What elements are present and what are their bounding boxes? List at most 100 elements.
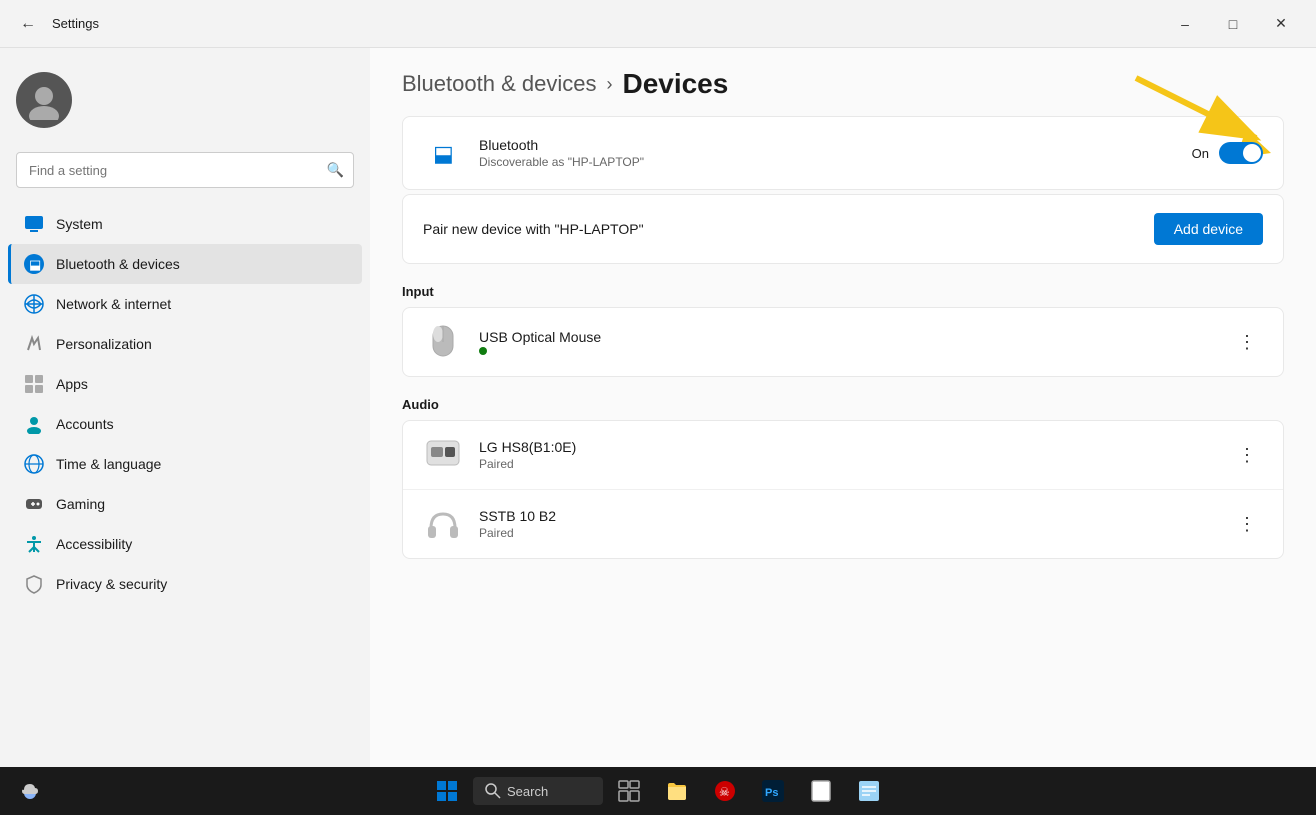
back-button[interactable]: ← [12, 8, 44, 40]
svg-text:⬓: ⬓ [29, 257, 41, 272]
audio-section-title: Audio [402, 397, 1284, 412]
taskbar-left [12, 773, 48, 809]
sidebar-item-label: Apps [56, 376, 88, 392]
sidebar-item-apps[interactable]: Apps [8, 364, 362, 404]
sidebar-item-label: Gaming [56, 496, 105, 512]
content-area: Bluetooth & devices › Devices [370, 48, 1316, 767]
apps-icon [24, 374, 44, 394]
sidebar-item-label: Bluetooth & devices [56, 256, 180, 272]
bluetooth-icon: ⬓ [24, 254, 44, 274]
sidebar-item-label: Personalization [56, 336, 152, 352]
sidebar-item-label: System [56, 216, 103, 232]
pair-text: Pair new device with "HP-LAPTOP" [423, 221, 1154, 237]
sidebar-item-bluetooth[interactable]: ⬓ Bluetooth & devices [8, 244, 362, 284]
device-name: SSTB 10 B2 [479, 508, 1215, 524]
accessibility-icon [24, 534, 44, 554]
window-controls: – □ ✕ [1162, 8, 1304, 40]
monitor-icon [24, 214, 44, 234]
table-row: USB Optical Mouse ⋮ [403, 308, 1283, 376]
sidebar-item-personalization[interactable]: Personalization [8, 324, 362, 364]
headset-icon [423, 435, 463, 475]
main-layout: 🔍 System ⬓ Bluetooth & devices [0, 48, 1316, 767]
gaming-icon [24, 494, 44, 514]
device-status: Paired [479, 457, 1215, 471]
sidebar-item-label: Time & language [56, 456, 161, 472]
shield-icon [24, 574, 44, 594]
search-button[interactable]: Search [473, 777, 603, 805]
more-options-button[interactable]: ⋮ [1231, 508, 1263, 540]
weather-icon[interactable] [12, 773, 48, 809]
device-name: LG HS8(B1:0E) [479, 439, 1215, 455]
network-icon [24, 294, 44, 314]
breadcrumb-parent[interactable]: Bluetooth & devices [402, 71, 596, 97]
minimize-button[interactable]: – [1162, 8, 1208, 40]
user-avatar-section [0, 64, 370, 152]
sidebar-item-network[interactable]: Network & internet [8, 284, 362, 324]
pair-device-row: Pair new device with "HP-LAPTOP" Add dev… [402, 194, 1284, 264]
sidebar-item-system[interactable]: System [8, 204, 362, 244]
content-body: ⬓ Bluetooth Discoverable as "HP-LAPTOP" … [370, 116, 1316, 595]
paint-icon [24, 334, 44, 354]
photoshop-button[interactable]: Ps [751, 769, 795, 813]
taskbar-search-label: Search [507, 784, 548, 799]
status-dot [479, 347, 487, 355]
app-title: Settings [52, 16, 99, 31]
sidebar-item-privacy[interactable]: Privacy & security [8, 564, 362, 604]
headphones-icon [423, 504, 463, 544]
taskbar: Search ☠ [0, 767, 1316, 815]
search-icon: 🔍 [327, 162, 344, 179]
accounts-icon [24, 414, 44, 434]
bluetooth-toggle[interactable] [1219, 142, 1263, 164]
search-input[interactable] [16, 152, 354, 188]
add-device-button[interactable]: Add device [1154, 213, 1263, 245]
input-devices-card: USB Optical Mouse ⋮ [402, 307, 1284, 377]
sticky-notes-button[interactable] [847, 769, 891, 813]
file-explorer-button[interactable] [655, 769, 699, 813]
game-overlay-button[interactable]: ☠ [703, 769, 747, 813]
svg-text:⬓: ⬓ [433, 141, 454, 166]
bluetooth-info: Bluetooth Discoverable as "HP-LAPTOP" [479, 137, 1176, 169]
table-row: SSTB 10 B2 Paired ⋮ [403, 490, 1283, 558]
sidebar-item-gaming[interactable]: Gaming [8, 484, 362, 524]
sidebar-item-label: Privacy & security [56, 576, 167, 592]
sidebar-item-label: Network & internet [56, 296, 171, 312]
arrow-annotation [1116, 58, 1296, 173]
table-row: LG HS8(B1:0E) Paired ⋮ [403, 421, 1283, 490]
taskbar-center: Search ☠ [425, 769, 891, 813]
device-info: SSTB 10 B2 Paired [479, 508, 1215, 540]
device-status: Paired [479, 526, 1215, 540]
avatar[interactable] [16, 72, 72, 128]
sidebar-item-time[interactable]: Time & language [8, 444, 362, 484]
input-section-title: Input [402, 284, 1284, 299]
more-options-button[interactable]: ⋮ [1231, 439, 1263, 471]
blank-page-button[interactable] [799, 769, 843, 813]
audio-devices-card: LG HS8(B1:0E) Paired ⋮ [402, 420, 1284, 559]
sidebar-item-accessibility[interactable]: Accessibility [8, 524, 362, 564]
sidebar-item-label: Accessibility [56, 536, 132, 552]
page-header: Bluetooth & devices › Devices [370, 48, 1316, 116]
close-button[interactable]: ✕ [1258, 8, 1304, 40]
start-button[interactable] [425, 769, 469, 813]
device-name: USB Optical Mouse [479, 329, 1215, 345]
svg-text:Ps: Ps [765, 787, 778, 799]
bluetooth-title: Bluetooth [479, 137, 1176, 153]
device-info: LG HS8(B1:0E) Paired [479, 439, 1215, 471]
sidebar: 🔍 System ⬓ Bluetooth & devices [0, 48, 370, 767]
search-box[interactable]: 🔍 [16, 152, 354, 188]
page-title: Devices [622, 68, 728, 100]
sidebar-item-label: Accounts [56, 416, 114, 432]
more-options-button[interactable]: ⋮ [1231, 326, 1263, 358]
device-status-text: Paired [479, 457, 514, 471]
svg-text:☠: ☠ [719, 785, 730, 799]
device-status [479, 347, 1215, 355]
titlebar: ← Settings – □ ✕ [0, 0, 1316, 48]
bluetooth-subtitle: Discoverable as "HP-LAPTOP" [479, 155, 1176, 169]
device-info: USB Optical Mouse [479, 329, 1215, 355]
maximize-button[interactable]: □ [1210, 8, 1256, 40]
mouse-icon [423, 322, 463, 362]
sidebar-item-accounts[interactable]: Accounts [8, 404, 362, 444]
bluetooth-icon-wrap: ⬓ [423, 133, 463, 173]
globe-icon [24, 454, 44, 474]
breadcrumb-separator: › [606, 74, 612, 95]
task-view-button[interactable] [607, 769, 651, 813]
